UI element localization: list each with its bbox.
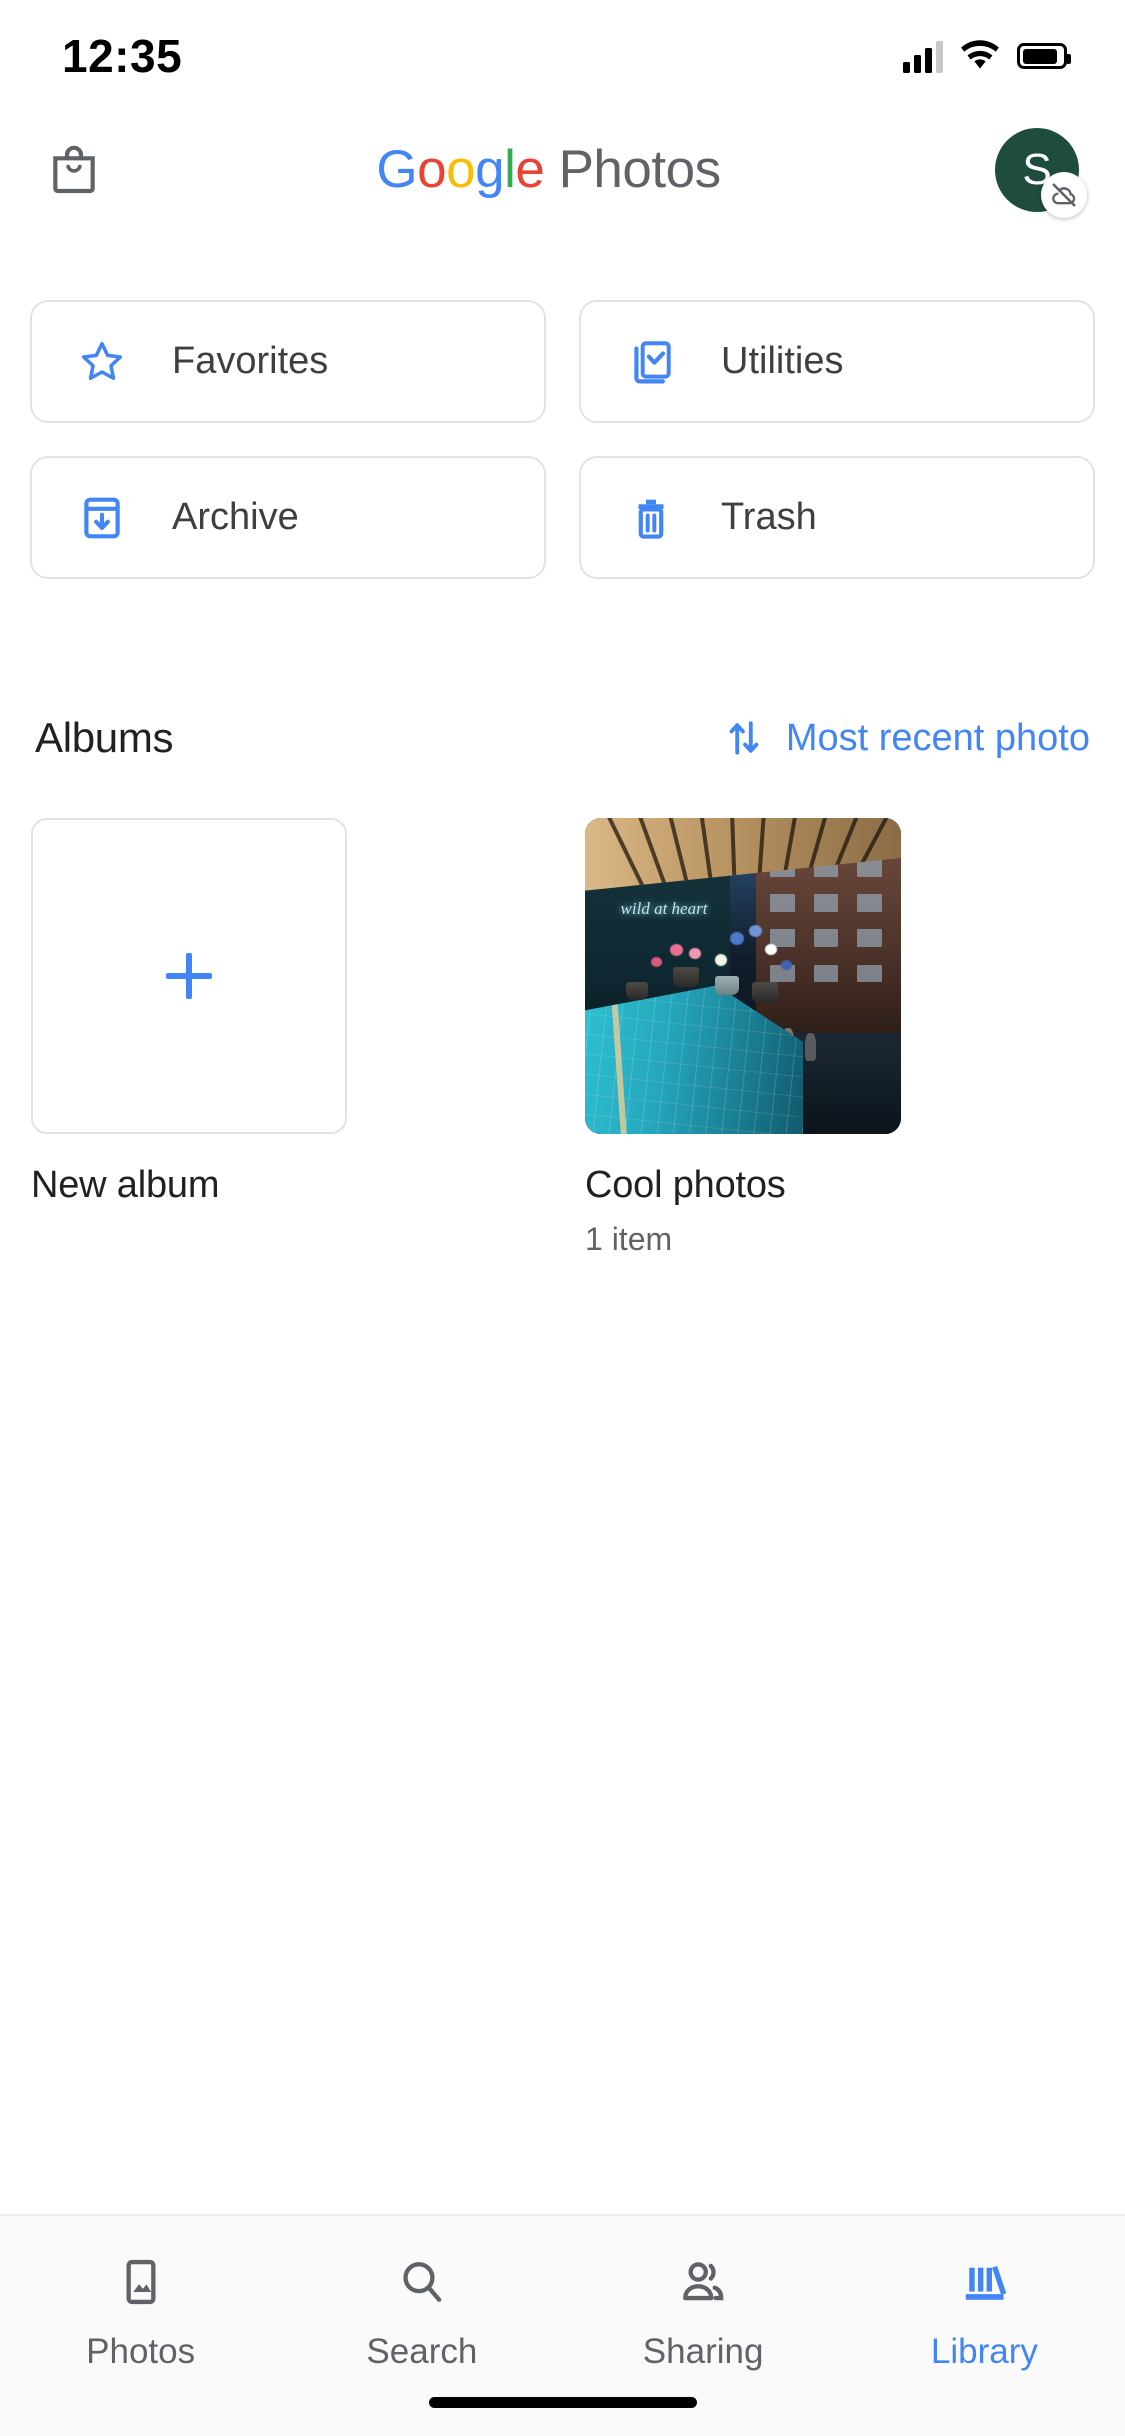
new-album-tile[interactable]: [31, 818, 347, 1134]
plus-icon: [166, 953, 212, 999]
album-cell[interactable]: wild at heart Cool photos 1 item: [585, 818, 901, 1258]
new-album-cell[interactable]: New album: [31, 818, 347, 1258]
status-time: 12:35: [62, 30, 183, 82]
account-avatar-wrap[interactable]: S: [995, 127, 1087, 218]
search-icon: [394, 2254, 450, 2310]
shortcut-label: Archive: [172, 496, 299, 538]
nav-item-search[interactable]: Search: [281, 2254, 562, 2372]
albums-section-header: Albums Most recent photo: [0, 702, 1125, 774]
nav-label: Search: [366, 2332, 478, 2371]
shortcut-label: Favorites: [172, 340, 329, 382]
people-icon: [675, 2254, 731, 2310]
nav-label: Photos: [86, 2332, 196, 2371]
shortcut-archive[interactable]: Archive: [30, 456, 546, 579]
cloud-off-icon: [1041, 171, 1087, 218]
shortcut-utilities[interactable]: Utilities: [579, 300, 1095, 423]
nav-label: Sharing: [642, 2332, 764, 2371]
battery-icon: [1017, 43, 1071, 69]
status-icons: [903, 39, 1071, 73]
nav-item-sharing[interactable]: Sharing: [563, 2254, 844, 2372]
shopping-bag-icon[interactable]: [46, 142, 102, 198]
nav-item-library[interactable]: Library: [844, 2254, 1125, 2372]
google-photos-library-screen: 12:35 Google Photos S Favorites Utilitie…: [0, 0, 1125, 2436]
logo-letter-l: l: [504, 140, 516, 199]
shortcut-favorites[interactable]: Favorites: [30, 300, 546, 423]
star-outline-icon: [76, 336, 128, 388]
logo-letter-g2: g: [475, 140, 505, 199]
archive-box-down-arrow-icon: [76, 492, 128, 544]
wifi-icon: [961, 40, 999, 69]
nav-item-photos[interactable]: Photos: [0, 2254, 281, 2372]
logo-letter-e: e: [515, 140, 545, 199]
album-name: Cool photos: [585, 1164, 786, 1206]
home-indicator[interactable]: [428, 2397, 697, 2408]
app-header: Google Photos S: [0, 112, 1125, 227]
sort-label: Most recent photo: [785, 716, 1090, 759]
sort-up-down-arrows-icon: [729, 721, 759, 755]
album-thumbnail[interactable]: wild at heart: [585, 818, 901, 1134]
cellular-signal-icon: [903, 39, 943, 73]
app-logo: Google Photos: [102, 139, 995, 200]
nav-label: Library: [930, 2332, 1038, 2371]
logo-letter-o1: o: [417, 140, 447, 199]
library-books-icon: [956, 2254, 1012, 2310]
neon-sign-text: wild at heart: [620, 899, 708, 919]
status-bar: 12:35: [0, 0, 1125, 112]
logo-word-photos: [544, 140, 558, 199]
albums-grid: New album wild at heart Cool photos 1 it…: [31, 818, 1095, 1258]
album-name: New album: [31, 1164, 220, 1206]
logo-letter-g1: G: [376, 140, 418, 199]
page-title: Albums: [35, 714, 174, 761]
phone-check-icon: [625, 336, 677, 388]
photo-frame-icon: [113, 2254, 169, 2310]
sort-button[interactable]: Most recent photo: [722, 716, 1090, 760]
logo-photos-text: Photos: [558, 140, 722, 199]
shortcut-trash[interactable]: Trash: [579, 456, 1095, 579]
shortcut-label: Utilities: [721, 340, 844, 382]
logo-letter-o2: o: [446, 140, 476, 199]
album-item-count: 1 item: [585, 1221, 673, 1257]
shortcut-label: Trash: [721, 496, 817, 538]
trash-can-icon: [625, 492, 677, 544]
shortcut-cards: Favorites Utilities Archive Trash: [30, 300, 1095, 579]
